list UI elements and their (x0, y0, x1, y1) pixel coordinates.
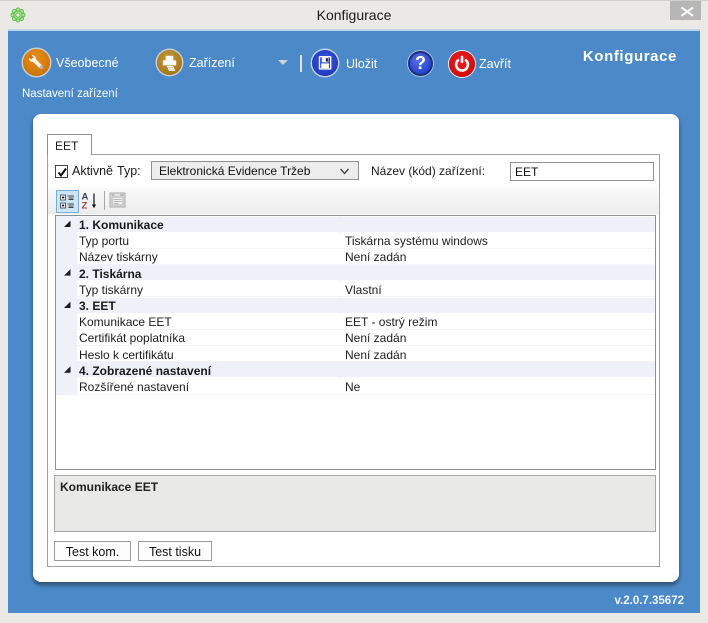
svg-text:Z: Z (82, 201, 88, 211)
